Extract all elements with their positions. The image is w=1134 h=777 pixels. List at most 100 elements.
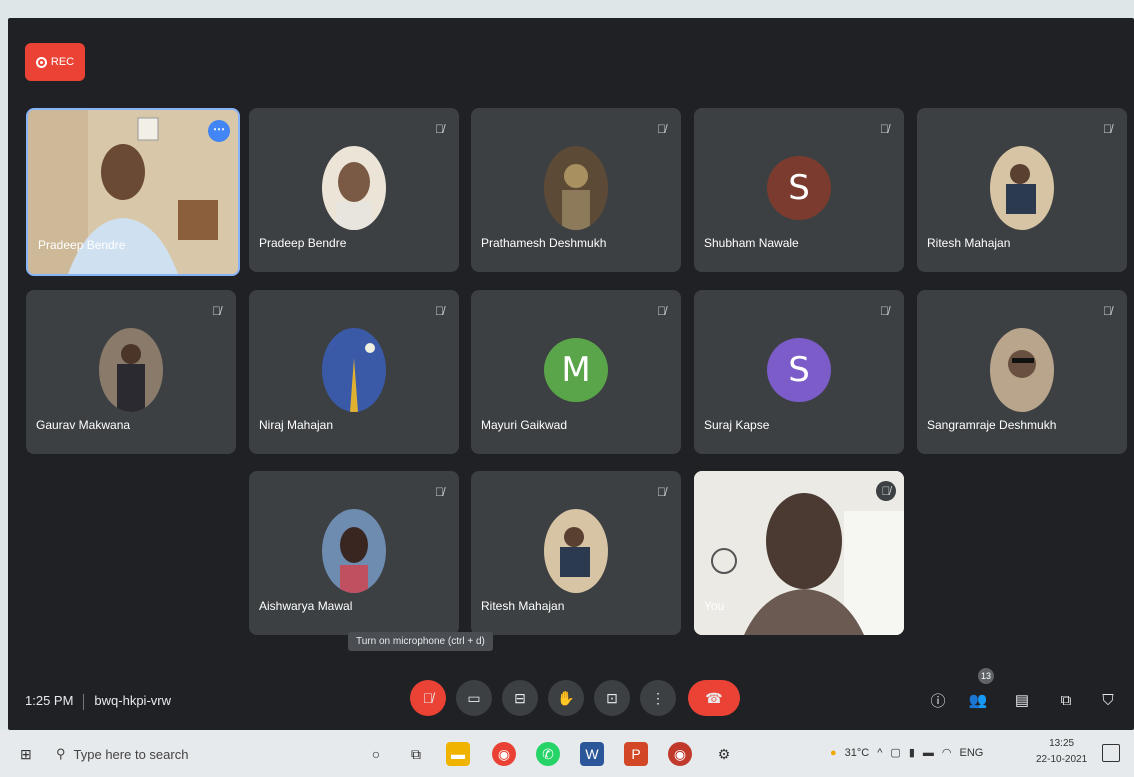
- meeting-time: 1:25 PM: [25, 693, 74, 708]
- settings-button[interactable]: ⚙: [712, 742, 736, 766]
- system-tray: ● 31°C ^ ▢ ▮ ▬ ◠ ENG: [830, 746, 983, 760]
- activities-icon: ⧉: [1060, 691, 1072, 709]
- notification-icon[interactable]: [1102, 744, 1120, 762]
- task-view-icon: ⧉: [411, 745, 421, 762]
- mic-off-icon: 🎙̸: [435, 485, 444, 499]
- avatar-photo: [560, 527, 590, 577]
- participant-tile[interactable]: 🎙̸ Niraj Mahajan: [249, 290, 459, 454]
- mic-off-icon: 🎙̸: [435, 304, 444, 318]
- meet-window: REC ⋯ Pradeep Bendre 🎙̸ Pradeep Bendre 🎙…: [8, 18, 1134, 730]
- participant-name: Aishwarya Mawal: [259, 599, 353, 613]
- chat-icon: ▤: [1014, 692, 1030, 709]
- activities-button[interactable]: ⧉: [1054, 688, 1078, 712]
- present-icon: ⊡: [606, 689, 618, 706]
- participant-tile[interactable]: ⋯ Pradeep Bendre: [26, 108, 240, 276]
- mic-off-icon: 🎙̸: [1103, 304, 1112, 318]
- avatar-photo: [340, 527, 368, 593]
- self-video-feed: [694, 471, 904, 635]
- battery-icon[interactable]: ▬: [923, 747, 934, 759]
- folder-icon: ▬: [451, 746, 465, 762]
- wifi-icon[interactable]: ◠: [942, 746, 952, 759]
- chevron-up-icon[interactable]: ^: [877, 747, 882, 759]
- participant-tile[interactable]: 🎙̸ Prathamesh Deshmukh: [471, 108, 681, 272]
- participant-tile[interactable]: 🎙̸ Pradeep Bendre: [249, 108, 459, 272]
- avatar-photo: [117, 344, 145, 412]
- avatar-photo: [350, 343, 375, 412]
- participant-name: Pradeep Bendre: [259, 236, 347, 250]
- powerpoint-button[interactable]: P: [624, 742, 648, 766]
- chrome-icon: ◉: [673, 745, 687, 762]
- more-options-button[interactable]: ⋮: [640, 680, 676, 716]
- host-controls-button[interactable]: ⛉: [1096, 688, 1120, 712]
- divider: [83, 693, 85, 710]
- participant-name: Pradeep Bendre: [38, 238, 126, 252]
- people-icon: 👥: [968, 692, 988, 709]
- mic-off-icon: 🎙̸: [880, 122, 889, 136]
- whatsapp-button[interactable]: ✆: [536, 742, 560, 766]
- participant-tile[interactable]: 🎙̸ Gaurav Makwana: [26, 290, 236, 454]
- taskbar-search[interactable]: ⚲ Type here to search: [56, 742, 276, 766]
- meeting-details-button[interactable]: ⓘ: [926, 688, 950, 712]
- participant-name: Niraj Mahajan: [259, 418, 334, 432]
- language-indicator[interactable]: ENG: [959, 747, 983, 759]
- chrome-icon: ◉: [497, 745, 511, 762]
- participant-name: Shubham Nawale: [704, 236, 799, 250]
- avatar-photo: [562, 164, 590, 230]
- chat-button[interactable]: ▤: [1010, 688, 1034, 712]
- rec-label: REC: [50, 56, 75, 68]
- chrome-profile-button[interactable]: ◉: [668, 742, 692, 766]
- participant-tile[interactable]: 🎙̸ S Shubham Nawale: [694, 108, 904, 272]
- cortana-button[interactable]: ○: [364, 742, 388, 766]
- participant-tile[interactable]: 🎙̸ Ritesh Mahajan: [917, 108, 1127, 272]
- participant-tile[interactable]: 🎙̸ S Suraj Kapse: [694, 290, 904, 454]
- participant-avatar: [99, 328, 163, 412]
- microphone-icon[interactable]: ▮: [909, 746, 915, 759]
- participant-avatar: [990, 146, 1054, 230]
- chrome-button[interactable]: ◉: [492, 742, 516, 766]
- weather-icon: ●: [830, 746, 837, 759]
- participant-avatar: [322, 146, 386, 230]
- meet-icon[interactable]: ▢: [890, 746, 900, 759]
- hang-up-icon: ☎: [705, 689, 723, 706]
- mic-off-icon: 🎙̸: [212, 304, 221, 318]
- participant-tile[interactable]: 🎙̸ Sangramraje Deshmukh: [917, 290, 1127, 454]
- self-view-tile[interactable]: 🎙̸ You: [694, 471, 904, 635]
- participant-name: Ritesh Mahajan: [927, 236, 1011, 250]
- raise-hand-button[interactable]: ✋: [548, 680, 584, 716]
- record-icon: [35, 56, 47, 68]
- present-button[interactable]: ⊡: [594, 680, 630, 716]
- start-button[interactable]: ⊞: [20, 746, 34, 762]
- participant-avatar: [322, 328, 386, 412]
- mic-off-icon: 🎙̸: [657, 304, 666, 318]
- mic-off-icon: 🎙̸: [1103, 122, 1112, 136]
- taskbar-clock[interactable]: 13:25 22-10-2021: [1036, 736, 1087, 768]
- word-button[interactable]: W: [580, 742, 604, 766]
- participant-avatar: [544, 146, 608, 230]
- mic-off-icon: 🎙̸: [657, 485, 666, 499]
- windows-taskbar: ⊞ ⚲ Type here to search ○ ⧉ ▬ ◉ ✆ W P ◉ …: [0, 730, 1134, 777]
- mic-off-icon: 🎙̸: [422, 690, 434, 706]
- participant-tile[interactable]: 🎙̸ Ritesh Mahajan: [471, 471, 681, 635]
- leave-call-button[interactable]: ☎: [688, 680, 740, 716]
- mic-off-icon: 🎙̸: [880, 304, 889, 318]
- file-explorer-button[interactable]: ▬: [446, 742, 470, 766]
- participant-name: Ritesh Mahajan: [481, 599, 565, 613]
- camera-button[interactable]: ▭: [456, 680, 492, 716]
- hand-icon: ✋: [557, 689, 575, 706]
- microphone-button[interactable]: 🎙̸: [410, 680, 446, 716]
- info-icon: ⓘ: [930, 692, 946, 710]
- participant-tile[interactable]: 🎙̸ Aishwarya Mawal: [249, 471, 459, 635]
- temperature[interactable]: 31°C: [845, 747, 870, 759]
- meeting-code: bwq-hkpi-vrw: [94, 693, 171, 708]
- powerpoint-icon: P: [631, 746, 641, 762]
- task-view-button[interactable]: ⧉: [404, 742, 428, 766]
- meeting-info: 1:25 PM bwq-hkpi-vrw: [25, 693, 171, 710]
- gear-icon: ⚙: [717, 745, 731, 762]
- people-button[interactable]: 👥: [966, 688, 990, 712]
- participant-tile[interactable]: 🎙̸ M Mayuri Gaikwad: [471, 290, 681, 454]
- windows-icon: ⊞: [20, 746, 32, 762]
- mic-off-icon: 🎙̸: [435, 122, 444, 136]
- camera-icon: ▭: [467, 689, 481, 706]
- captions-button[interactable]: ⊟: [502, 680, 538, 716]
- more-options-icon[interactable]: ⋯: [208, 120, 230, 142]
